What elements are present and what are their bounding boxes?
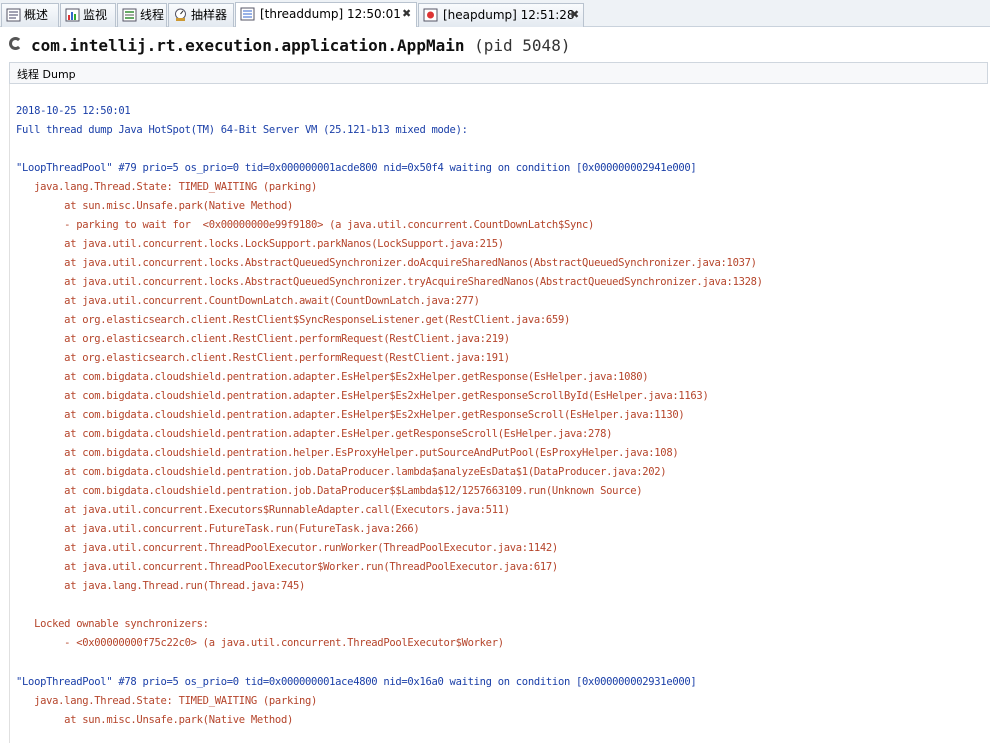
- close-icon[interactable]: ✖: [570, 4, 579, 26]
- stack-line: at sun.misc.Unsafe.park(Native Method): [16, 714, 293, 726]
- tab-overview[interactable]: 概述: [1, 3, 59, 27]
- thread-dump-text[interactable]: 2018-10-25 12:50:01 Full thread dump Jav…: [9, 84, 988, 743]
- stack-line: at java.lang.Thread.run(Thread.java:745): [16, 580, 306, 592]
- stack-line: - <0x00000000f75c22c0> (a java.util.conc…: [16, 637, 504, 649]
- stack-line: at java.util.concurrent.Executors$Runnab…: [16, 504, 510, 516]
- stack-line: at com.bigdata.cloudshield.pentration.ad…: [16, 409, 685, 421]
- overview-icon: [6, 8, 21, 22]
- locked-synchronizers-label: Locked ownable synchronizers:: [16, 618, 209, 630]
- tab-bar: 概述 监视 线程 抽样器 [threaddump] 12:50:01 ✖ [he…: [0, 0, 990, 27]
- tab-label: 线程: [140, 8, 165, 22]
- stack-line: at com.bigdata.cloudshield.pentration.ad…: [16, 428, 613, 440]
- heap-dump-icon: [423, 8, 438, 22]
- page-title: com.intellij.rt.execution.application.Ap…: [31, 36, 570, 55]
- stack-line: at com.bigdata.cloudshield.pentration.he…: [16, 447, 679, 459]
- stack-line: at java.util.concurrent.CountDownLatch.a…: [16, 295, 480, 307]
- tab-threads[interactable]: 线程: [117, 3, 167, 27]
- subtab-label: 线程 Dump: [17, 68, 76, 81]
- dump-header: Full thread dump Java HotSpot(TM) 64-Bit…: [16, 124, 468, 136]
- loading-spinner-icon: [9, 37, 22, 50]
- tab-label: [threaddump] 12:50:01: [260, 7, 401, 21]
- tab-label: 概述: [24, 8, 49, 22]
- stack-line: java.lang.Thread.State: TIMED_WAITING (p…: [16, 695, 318, 707]
- tab-thread-dump[interactable]: 线程 Dump: [9, 62, 988, 84]
- monitor-chart-icon: [65, 8, 80, 22]
- stack-line: at sun.misc.Unsafe.park(Native Method): [16, 200, 293, 212]
- stack-line: at java.util.concurrent.FutureTask.run(F…: [16, 523, 420, 535]
- thread-header: "LoopThreadPool" #79 prio=5 os_prio=0 ti…: [16, 162, 697, 174]
- tab-sampler[interactable]: 抽样器: [168, 3, 234, 27]
- stack-line: at org.elasticsearch.client.RestClient.p…: [16, 333, 510, 345]
- dump-timestamp: 2018-10-25 12:50:01: [16, 105, 131, 117]
- tab-label: 抽样器: [191, 8, 228, 22]
- threads-icon: [122, 8, 137, 22]
- app-name: com.intellij.rt.execution.application.Ap…: [31, 36, 465, 55]
- stack-line: at java.util.concurrent.ThreadPoolExecut…: [16, 542, 558, 554]
- stack-line: at java.util.concurrent.locks.LockSuppor…: [16, 238, 504, 250]
- stack-line: - parking to wait for <0x00000000e99f918…: [16, 219, 595, 231]
- sampler-icon: [175, 8, 186, 21]
- stack-line: at com.bigdata.cloudshield.pentration.jo…: [16, 485, 643, 497]
- stack-line: at org.elasticsearch.client.RestClient.p…: [16, 352, 510, 364]
- thread-dump-icon: [240, 7, 255, 21]
- close-icon[interactable]: ✖: [402, 3, 411, 25]
- stack-line: at org.elasticsearch.client.RestClient$S…: [16, 314, 570, 326]
- stack-line: at com.bigdata.cloudshield.pentration.ad…: [16, 371, 649, 383]
- pid-label: (pid 5048): [474, 36, 571, 55]
- stack-line: at com.bigdata.cloudshield.pentration.jo…: [16, 466, 667, 478]
- tab-threaddump[interactable]: [threaddump] 12:50:01 ✖: [235, 2, 417, 27]
- tab-monitor[interactable]: 监视: [60, 3, 116, 27]
- stack-line: at java.util.concurrent.locks.AbstractQu…: [16, 276, 763, 288]
- stack-line: at java.util.concurrent.ThreadPoolExecut…: [16, 561, 558, 573]
- stack-line: java.lang.Thread.State: TIMED_WAITING (p…: [16, 181, 318, 193]
- tab-heapdump[interactable]: [heapdump] 12:51:28 ✖: [418, 3, 584, 27]
- stack-line: at java.util.concurrent.locks.AbstractQu…: [16, 257, 757, 269]
- stack-line: at com.bigdata.cloudshield.pentration.ad…: [16, 390, 709, 402]
- tab-label: [heapdump] 12:51:28: [443, 8, 575, 22]
- thread-header: "LoopThreadPool" #78 prio=5 os_prio=0 ti…: [16, 676, 697, 688]
- tab-label: 监视: [83, 8, 108, 22]
